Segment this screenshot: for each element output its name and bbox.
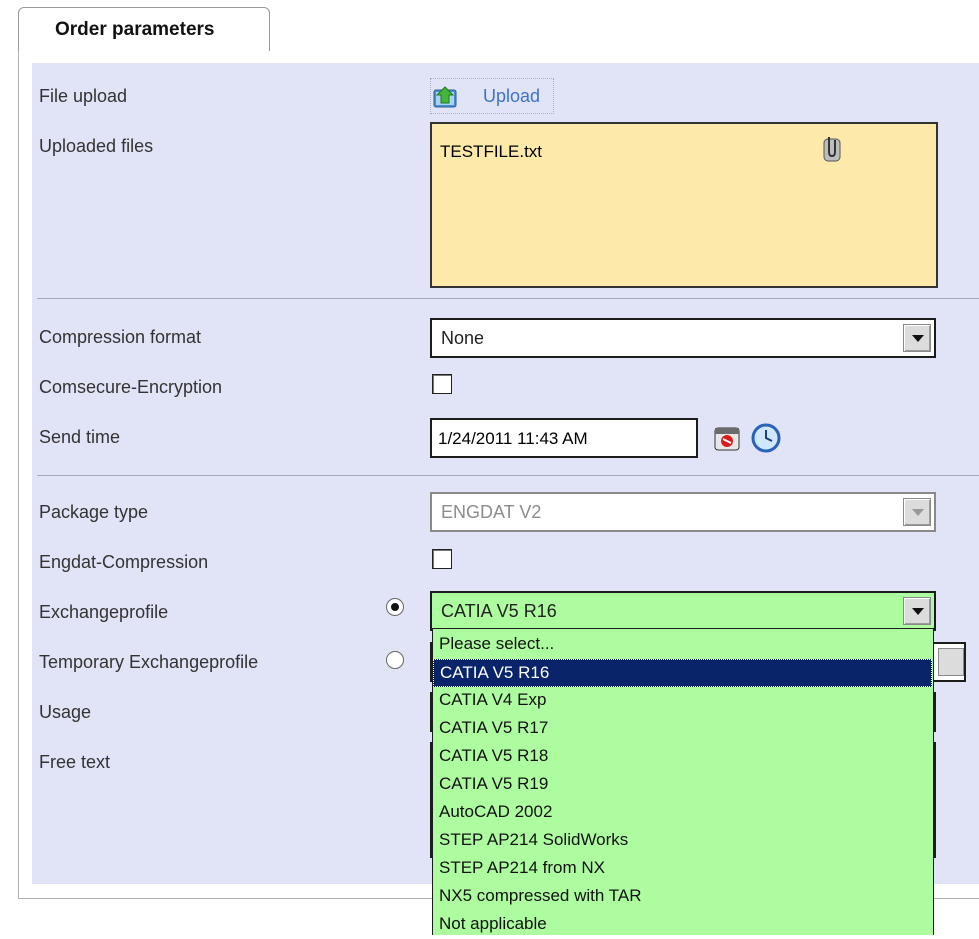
temporary-exchangeprofile-label: Temporary Exchangeprofile [39, 652, 259, 672]
send-time-input[interactable]: 1/24/2011 11:43 AM [430, 418, 698, 458]
upload-icon [433, 86, 457, 108]
dropdown-option[interactable]: AutoCAD 2002 [433, 799, 932, 827]
tab-label: Order parameters [55, 19, 215, 40]
comsecure-encryption-checkbox[interactable] [432, 374, 452, 394]
send-time-label: Send time [39, 427, 121, 447]
uploaded-file-name[interactable]: TESTFILE.txt [440, 142, 542, 162]
dropdown-option[interactable]: CATIA V5 R18 [433, 743, 932, 771]
dropdown-option[interactable]: CATIA V5 R19 [433, 771, 932, 799]
exchangeprofile-dropdown-list[interactable]: Please select... CATIA V5 R16 CATIA V4 E… [432, 628, 934, 935]
chevron-down-icon[interactable] [903, 597, 931, 625]
compression-format-label: Compression format [39, 327, 202, 347]
dropdown-option[interactable]: NX5 compressed with TAR [433, 883, 932, 911]
upload-button-label: Upload [483, 86, 541, 106]
calendar-icon[interactable] [713, 424, 743, 452]
engdat-compression-label: Engdat-Compression [39, 552, 209, 572]
usage-label: Usage [39, 702, 92, 722]
dropdown-option-selected[interactable]: CATIA V5 R16 [433, 659, 932, 687]
send-time-value: 1/24/2011 11:43 AM [438, 429, 588, 448]
exchangeprofile-radio[interactable] [386, 598, 404, 616]
upload-button[interactable]: Upload [430, 78, 554, 114]
chevron-down-icon[interactable] [938, 648, 964, 676]
chevron-down-icon[interactable] [903, 324, 931, 352]
section-divider [37, 298, 979, 299]
package-type-select: ENGDAT V2 [430, 492, 936, 532]
package-type-label: Package type [39, 502, 149, 522]
file-upload-label: File upload [39, 86, 128, 106]
dropdown-option[interactable]: CATIA V5 R17 [433, 715, 932, 743]
engdat-compression-checkbox[interactable] [432, 549, 452, 569]
dropdown-option[interactable]: Please select... [433, 631, 932, 659]
clock-icon[interactable] [750, 422, 782, 454]
uploaded-files-label: Uploaded files [39, 136, 154, 156]
dropdown-option[interactable]: STEP AP214 from NX [433, 855, 932, 883]
section-divider [37, 475, 979, 476]
compression-format-select[interactable]: None [430, 318, 936, 358]
compression-format-value: None [441, 328, 485, 348]
dropdown-option[interactable]: CATIA V4 Exp [433, 687, 932, 715]
exchangeprofile-select[interactable]: CATIA V5 R16 [430, 591, 936, 631]
comsecure-encryption-label: Comsecure-Encryption [39, 377, 223, 397]
exchangeprofile-label: Exchangeprofile [39, 602, 169, 622]
uploaded-files-list[interactable]: TESTFILE.txt [430, 122, 938, 288]
paperclip-icon[interactable] [822, 134, 842, 164]
dropdown-option[interactable]: STEP AP214 SolidWorks [433, 827, 932, 855]
chevron-down-icon [903, 498, 931, 526]
tab-order-parameters[interactable]: Order parameters [18, 7, 270, 51]
package-type-value: ENGDAT V2 [441, 502, 542, 522]
exchangeprofile-value: CATIA V5 R16 [441, 601, 557, 621]
free-text-label: Free text [39, 752, 111, 772]
temporary-exchangeprofile-radio[interactable] [386, 651, 404, 669]
